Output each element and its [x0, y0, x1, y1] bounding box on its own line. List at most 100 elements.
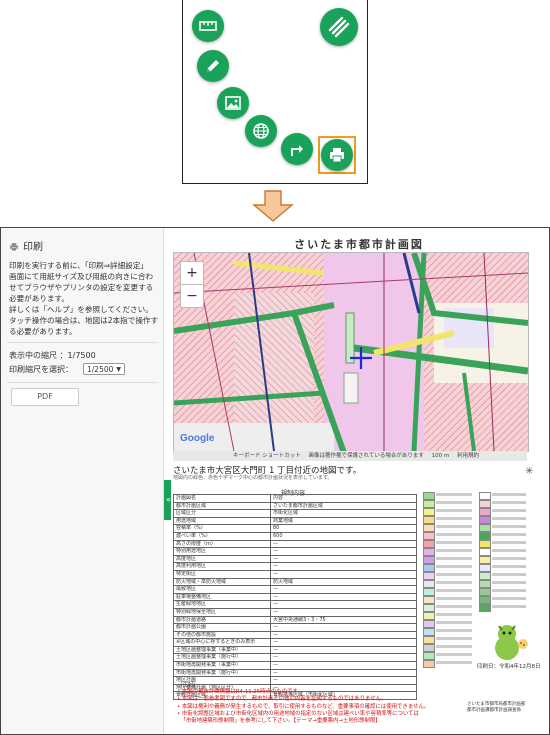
chevron-down-icon: ▼ [116, 366, 121, 373]
table-row: ※区域の中心に存するときのみ表示 — [173, 638, 417, 647]
table-key: 建ぺい率（%） [173, 531, 271, 541]
table-row: 土地区画整理事業（施行中） — [173, 653, 417, 663]
route-arrow-icon [291, 145, 303, 156]
legend-swatch [479, 588, 491, 596]
zoom-in-button[interactable]: + [180, 261, 204, 285]
table-key: その他の都市施設 [173, 630, 271, 640]
table-key: 防火地域・準防火地域 [173, 577, 271, 587]
legend-swatch [479, 580, 491, 588]
image-layer-button[interactable] [217, 87, 249, 119]
zoom-out-button[interactable]: − [180, 284, 204, 308]
legend-label [436, 629, 472, 632]
legend-swatch [423, 524, 435, 532]
legend-swatch [479, 564, 491, 572]
legend-swatch [423, 636, 435, 644]
table-value: — [270, 547, 417, 556]
table-value: — [270, 661, 417, 670]
instruction-line: せてブラウザやプリンタの設定を変更する [9, 283, 154, 292]
table-row: 駐車場整備地区 — [173, 592, 417, 602]
down-arrow-icon [252, 190, 294, 222]
legend-label [436, 509, 472, 512]
table-value: 市街化区域 [270, 509, 417, 518]
legend-label [492, 509, 526, 512]
org-block: さいたま市都市局都市計画部 都市計画課都市計画調査係 [467, 702, 525, 714]
route-button[interactable] [281, 133, 313, 165]
print-scale-select[interactable]: 1/2500 ▼ [83, 363, 125, 375]
table-value: — [270, 623, 417, 632]
legend-swatch [479, 492, 491, 500]
legend-swatch [423, 580, 435, 588]
draw-button[interactable] [197, 50, 229, 82]
table-key: ※区域の中心に存するときのみ表示 [173, 638, 271, 647]
legend-label [492, 581, 526, 584]
legend-label [436, 661, 472, 664]
main-menu-button[interactable] [320, 8, 358, 46]
globe-button[interactable] [245, 115, 277, 147]
legend-label [492, 541, 526, 544]
table-value: — [270, 607, 417, 617]
print-button[interactable] [321, 139, 353, 171]
legend-swatch [423, 500, 435, 508]
print-date: 印刷日：令和4年12月8日 [477, 664, 541, 670]
table-row: 特別用途地区 — [173, 547, 417, 556]
table-row: 区域区分 市街化区域 [173, 509, 417, 518]
table-key: 区域区分 [173, 509, 271, 518]
divider [7, 342, 157, 343]
copyright-note: 画像は著作権で保護されている場合があります [308, 453, 424, 459]
table-key: 高度地区 [173, 554, 271, 564]
legend-swatch [479, 596, 491, 604]
table-value: — [270, 539, 417, 549]
terms-link[interactable]: 利用規約 [457, 453, 479, 459]
table-value: 大宮中央通線3・3・75 [270, 615, 417, 625]
table-row: 計画図名 内容 [173, 494, 417, 503]
table-row: 都市計画区域 さいたま都市計画区域 [173, 501, 417, 511]
table-value: — [270, 562, 417, 571]
pdf-button[interactable]: PDF [11, 388, 79, 406]
print-scale-value: 1/2500 [87, 365, 114, 374]
table-key: 土地区画整理事業（事業中） [173, 645, 271, 655]
table-key: 特定街区 [173, 569, 271, 579]
table-value: — [270, 653, 417, 663]
table-value: — [270, 585, 417, 594]
print-scale-label: 印刷縮尺を選択： [9, 365, 73, 374]
legend-label [436, 549, 472, 552]
legend-label [492, 589, 526, 592]
legend-swatch [479, 604, 491, 612]
legend-label [492, 533, 526, 536]
legend-label [436, 637, 472, 640]
map-address-note: 地図内の緑色、赤色十字マーク中心の都市計画状況を表示しています。 [173, 475, 333, 481]
table-key: 都市計画道路 [173, 615, 271, 625]
table-value: さいたま都市計画区域 [270, 501, 417, 511]
instruction-line: タッチ操作の場合は、地図は2本指で操作す [9, 316, 159, 325]
table-row: 建ぺい率（%） 600 [173, 531, 417, 541]
image-icon [225, 96, 241, 110]
map-view[interactable]: + − Google [173, 252, 529, 452]
instruction-line: 必要があります。 [9, 294, 69, 303]
legend-label [492, 573, 526, 576]
legend-swatch [423, 644, 435, 652]
legend-swatch [423, 652, 435, 660]
legend-swatch [423, 540, 435, 548]
keyboard-shortcuts-link[interactable]: キーボード ショートカット [233, 453, 301, 459]
measure-button[interactable] [192, 10, 224, 42]
display-scale-value: ：1/7500 [59, 351, 96, 360]
table-key: 駐車場整備地区 [173, 592, 271, 602]
table-value: — [270, 600, 417, 609]
table-key: 用途地域 [173, 516, 271, 526]
legend-swatch [423, 660, 435, 668]
table-value: — [270, 638, 417, 647]
table-key: 風致地区 [173, 585, 271, 594]
table-value: 防火地域 [270, 577, 417, 587]
legend-label [492, 565, 526, 568]
legend-swatch [479, 540, 491, 548]
printer-small-icon [10, 243, 18, 252]
ruler-icon [199, 21, 217, 31]
legend-label [436, 557, 472, 560]
map-attribution-bar: キーボード ショートカット 画像は著作権で保護されている場合があります 100 … [173, 451, 527, 461]
instruction-line: 詳しくは「ヘルプ」を参照してください。 [9, 305, 153, 314]
print-panel-title: 印刷 [9, 238, 43, 253]
legend-swatch [479, 508, 491, 516]
table-value: — [270, 569, 417, 579]
planning-info-table: 計画図名 内容 都市計画区域 さいたま都市計画区域 区域区分 市街化区域 用途地域 商業地域容… [173, 494, 417, 701]
legend-swatch [423, 516, 435, 524]
